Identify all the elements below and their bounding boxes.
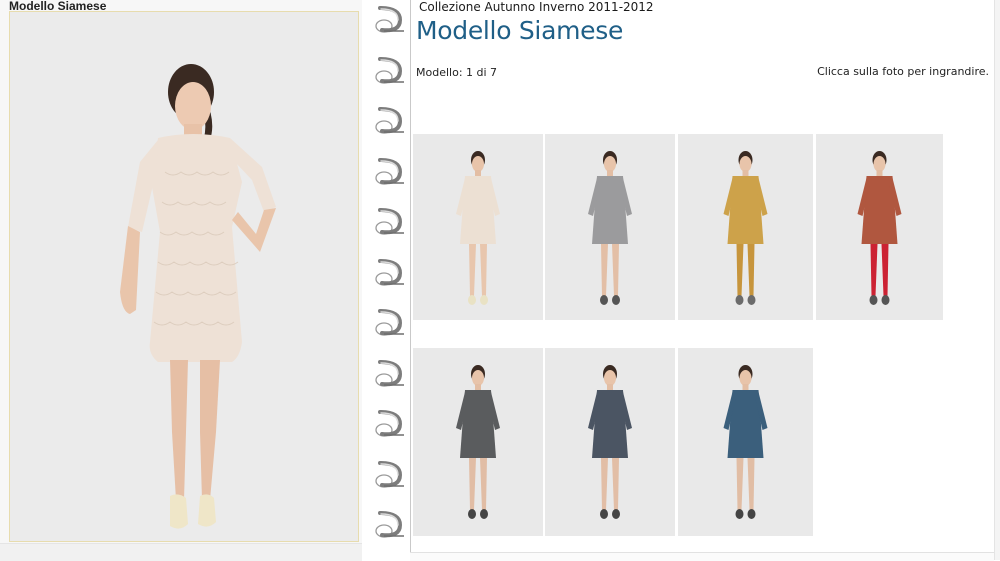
model-figure [413, 348, 543, 536]
left-panel: Modello Siamese [0, 0, 362, 561]
binder-divider [410, 0, 411, 560]
thumb-model-1[interactable] [413, 134, 543, 320]
thumb-model-7[interactable] [678, 348, 813, 536]
binder-ring-icon [375, 309, 404, 336]
binder-ring-icon [375, 6, 404, 33]
binder-ring-icon [375, 56, 404, 84]
binder-ring-icon [375, 107, 404, 134]
binder-ring-icon [375, 258, 404, 286]
binder-ring-icon [375, 208, 404, 235]
model-figure [413, 134, 543, 320]
binder-ring-icon [375, 410, 404, 437]
model-figure [678, 134, 813, 320]
binder-ring-icon [375, 511, 404, 538]
model-figure [545, 348, 675, 536]
thumb-model-6[interactable] [545, 348, 675, 536]
thumb-model-2[interactable] [545, 134, 675, 320]
collection-label: Collezione Autunno Inverno 2011-2012 [419, 0, 654, 14]
thumb-model-3[interactable] [678, 134, 813, 320]
page-title: Modello Siamese [416, 16, 624, 45]
model-figure [816, 134, 943, 320]
binder-ring-icon [375, 157, 404, 185]
left-panel-bottom-bar [0, 543, 362, 561]
main-model-photo[interactable] [9, 11, 359, 542]
main-model-figure [10, 12, 358, 541]
thumb-model-4[interactable] [816, 134, 943, 320]
binder-rings [362, 0, 410, 560]
model-figure [545, 134, 675, 320]
enlarge-hint: Clicca sulla foto per ingrandire. [817, 65, 989, 78]
model-figure [678, 348, 813, 536]
scrollbar[interactable] [994, 0, 1000, 560]
binder-ring-icon [375, 359, 404, 387]
binder-ring-icon [375, 460, 404, 488]
model-counter: Modello: 1 di 7 [416, 66, 498, 79]
thumb-model-5[interactable] [413, 348, 543, 536]
